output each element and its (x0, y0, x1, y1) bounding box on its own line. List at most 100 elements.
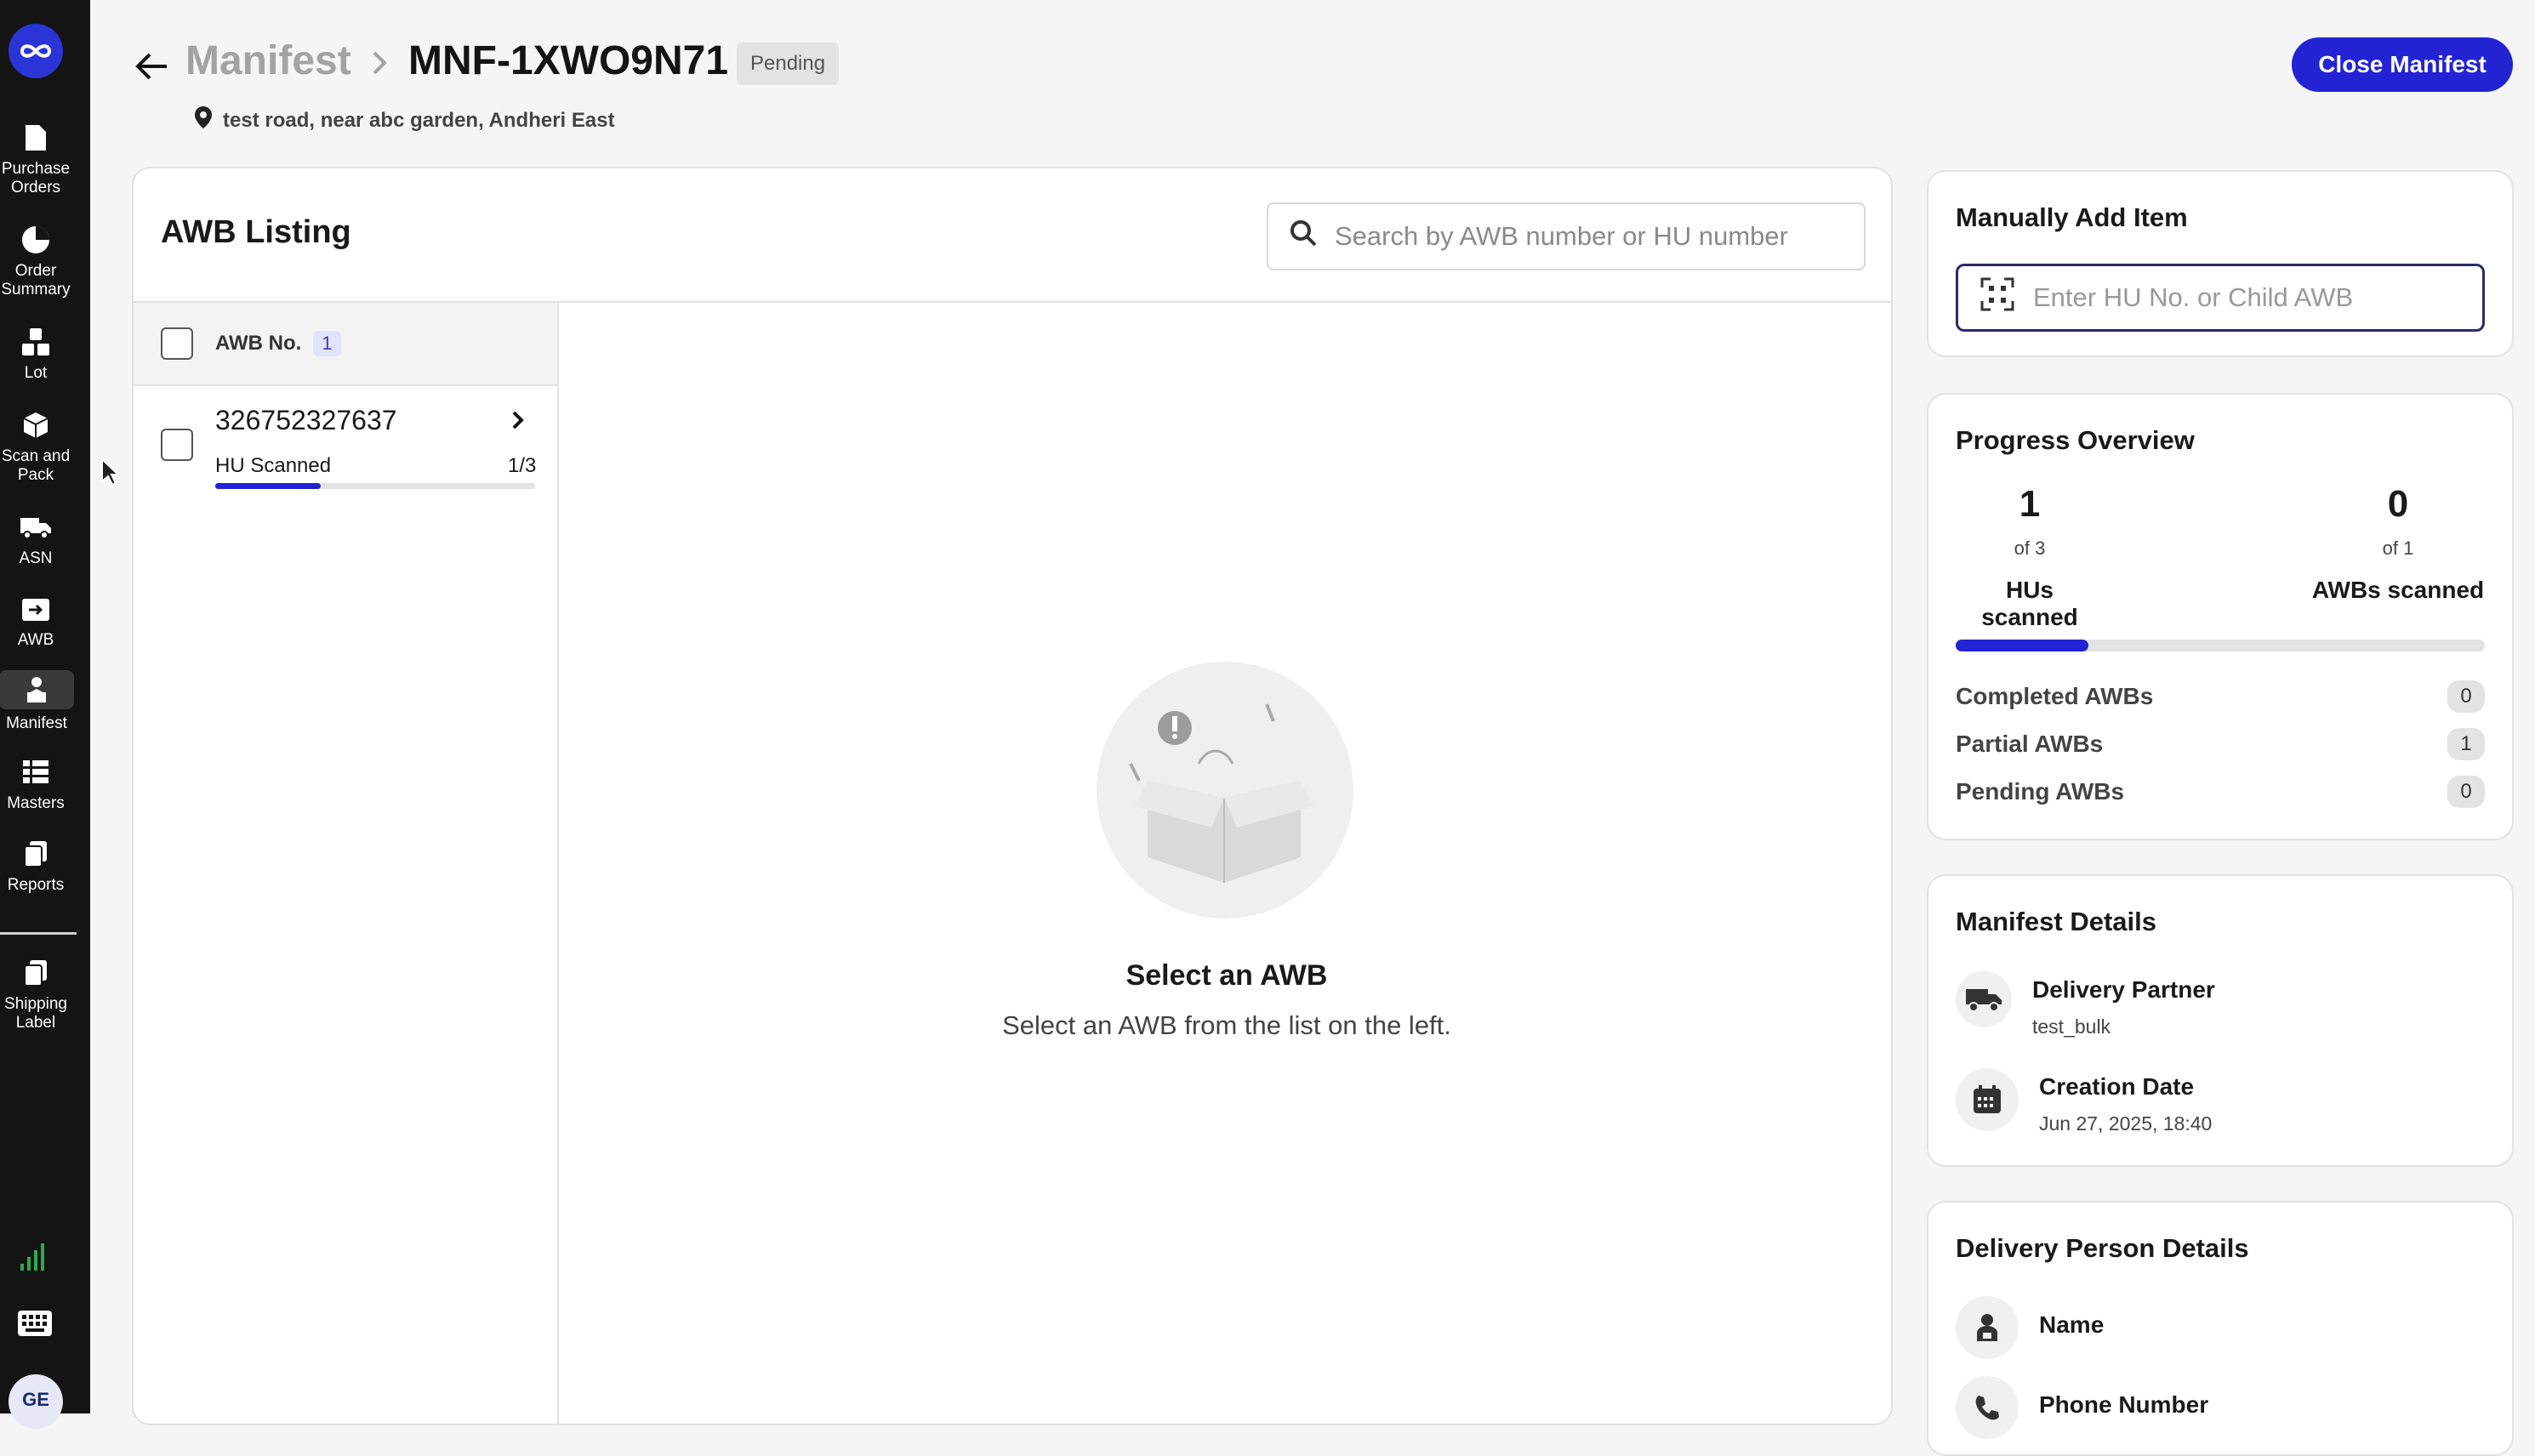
person-box-icon (0, 670, 74, 709)
sidebar-item-order-summary[interactable]: Order Summary (0, 223, 71, 299)
page-title: MNF-1XWO9N71 (408, 38, 729, 83)
sidebar-item-lot[interactable]: Lot (0, 325, 71, 383)
empty-box-illustration (1097, 662, 1353, 919)
progress-title: Progress Overview (1956, 425, 2195, 455)
address-line: test road, near abc garden, Andheri East (194, 105, 615, 135)
awb-count-badge: 1 (313, 331, 341, 356)
sidebar-item-purchase-orders[interactable]: Purchase Orders (0, 121, 71, 197)
sidebar-item-label: Shipping Label (4, 995, 67, 1032)
manual-add-title: Manually Add Item (1956, 202, 2188, 232)
sidebar-item-awb[interactable]: AWB (0, 592, 71, 650)
completed-awbs-count: 0 (2447, 680, 2485, 713)
awb-search-input[interactable]: Search by AWB number or HU number (1267, 202, 1866, 270)
sidebar-item-shipping-label[interactable]: Shipping Label (0, 956, 71, 1032)
hus-scanned-value: 1 (2019, 483, 2041, 525)
label-icon (19, 956, 53, 990)
delivery-person-title: Delivery Person Details (1956, 1233, 2249, 1263)
pending-awbs-row: Pending AWBs 0 (1956, 776, 2485, 808)
sidebar-item-label: AWB (17, 631, 54, 649)
overall-progress-fill (1956, 640, 2088, 651)
hus-scanned-of: of 3 (2014, 537, 2046, 559)
awbs-scanned-stat: 0 of 1 AWBs scanned (2311, 483, 2485, 604)
manual-add-card: Manually Add Item Enter HU No. or Child … (1927, 170, 2514, 357)
creation-date-value: Jun 27, 2025, 18:40 (2039, 1112, 2213, 1135)
hu-number-input[interactable]: Enter HU No. or Child AWB (1956, 264, 2485, 332)
sidebar-item-label: Scan and Pack (1, 447, 71, 484)
overall-progress-bar (1956, 640, 2485, 651)
sidebar: Purchase Orders Order Summary Lot Scan and… (0, 0, 90, 1429)
list-icon (19, 755, 53, 789)
pending-awbs-label: Pending AWBs (1956, 778, 2125, 805)
hus-scanned-caption: HUs scanned (1981, 577, 2078, 630)
delivery-partner-label: Delivery Partner (2032, 976, 2215, 1003)
sidebar-item-asn[interactable]: ASN (0, 510, 71, 568)
awb-listing-title: AWB Listing (161, 214, 351, 250)
select-all-checkbox[interactable] (161, 327, 193, 360)
awbs-scanned-caption: AWBs scanned (2311, 577, 2485, 603)
copy-icon (19, 837, 53, 871)
hus-scanned-stat: 1 of 3 HUs scanned (1956, 483, 2104, 631)
app-logo[interactable] (9, 24, 63, 78)
chevron-right-icon[interactable] (510, 408, 527, 436)
awb-list: AWB No. 1 326752327637 HU Scanned 1/3 (134, 303, 559, 1424)
manifest-details-title: Manifest Details (1956, 907, 2157, 936)
partial-awbs-count: 1 (2447, 728, 2485, 760)
sidebar-divider (0, 932, 77, 935)
completed-awbs-label: Completed AWBs (1956, 683, 2154, 709)
awb-listing-panel: AWB Listing Search by AWB number or HU n… (132, 167, 1893, 1425)
sidebar-item-label: Lot (24, 364, 48, 382)
hu-input-placeholder: Enter HU No. or Child AWB (2033, 282, 2354, 312)
boxes-icon (19, 325, 53, 359)
sidebar-item-manifest[interactable]: Manifest (0, 670, 75, 733)
manifest-details-card: Manifest Details Delivery Partner test_b… (1927, 874, 2514, 1167)
awb-number: 326752327637 (215, 405, 397, 435)
sidebar-item-label: Order Summary (1, 262, 71, 299)
awb-list-header: AWB No. 1 (134, 303, 557, 386)
phone-number-label: Phone Number (2039, 1391, 2209, 1418)
delivery-person-name-row: Name (1956, 1296, 2104, 1359)
creation-date-row: Creation Date Jun 27, 2025, 18:40 (1956, 1068, 2212, 1135)
creation-date-label: Creation Date (2039, 1073, 2195, 1100)
person-icon (1956, 1296, 2019, 1359)
sidebar-item-reports[interactable]: Reports (0, 837, 71, 895)
delivery-person-phone-row: Phone Number (1956, 1376, 2208, 1439)
empty-state-subtitle: Select an AWB from the list on the left. (1002, 1010, 1451, 1040)
sidebar-item-label: Manifest (6, 714, 67, 732)
pending-awbs-count: 0 (2447, 776, 2485, 808)
search-icon (1289, 219, 1318, 254)
user-avatar[interactable]: GE (9, 1374, 63, 1429)
hu-scanned-label: HU Scanned (215, 454, 332, 477)
phone-icon (1956, 1376, 2019, 1439)
awbs-scanned-of: of 1 (2382, 537, 2414, 559)
partial-awbs-label: Partial AWBs (1956, 731, 2104, 757)
truck-icon (1956, 971, 2012, 1027)
close-manifest-button[interactable]: Close Manifest (2292, 37, 2513, 92)
calendar-icon (1956, 1068, 2019, 1131)
signal-icon (19, 1242, 49, 1277)
breadcrumb-manifest[interactable]: Manifest (185, 37, 351, 84)
name-label: Name (2039, 1311, 2105, 1338)
package-icon (19, 408, 53, 442)
sidebar-item-scan-and-pack[interactable]: Scan and Pack (0, 408, 71, 485)
truck-icon (19, 510, 53, 544)
empty-state-title: Select an AWB (1125, 959, 1328, 992)
list-item[interactable]: 326752327637 HU Scanned 1/3 (134, 386, 557, 497)
sidebar-item-label: Masters (7, 794, 65, 812)
chevron-right-icon (367, 48, 391, 82)
row-checkbox[interactable] (161, 429, 193, 461)
awbs-scanned-value: 0 (2387, 483, 2409, 525)
barcode-scan-icon (1980, 277, 2014, 318)
mouse-cursor-icon (100, 457, 121, 491)
sidebar-item-label: Reports (7, 876, 65, 894)
row-progress-fill (215, 483, 322, 489)
keyboard-icon[interactable] (17, 1310, 53, 1341)
box-arrow-icon (19, 592, 53, 626)
sidebar-item-masters[interactable]: Masters (0, 755, 71, 813)
delivery-partner-row: Delivery Partner test_bulk (1956, 971, 2215, 1038)
partial-awbs-row: Partial AWBs 1 (1956, 728, 2485, 760)
completed-awbs-row: Completed AWBs 0 (1956, 680, 2485, 713)
column-label: AWB No. (215, 332, 302, 355)
location-pin-icon (194, 105, 213, 135)
back-arrow-icon[interactable] (133, 48, 170, 85)
delivery-person-card: Delivery Person Details Name Phone Numbe… (1927, 1201, 2514, 1456)
